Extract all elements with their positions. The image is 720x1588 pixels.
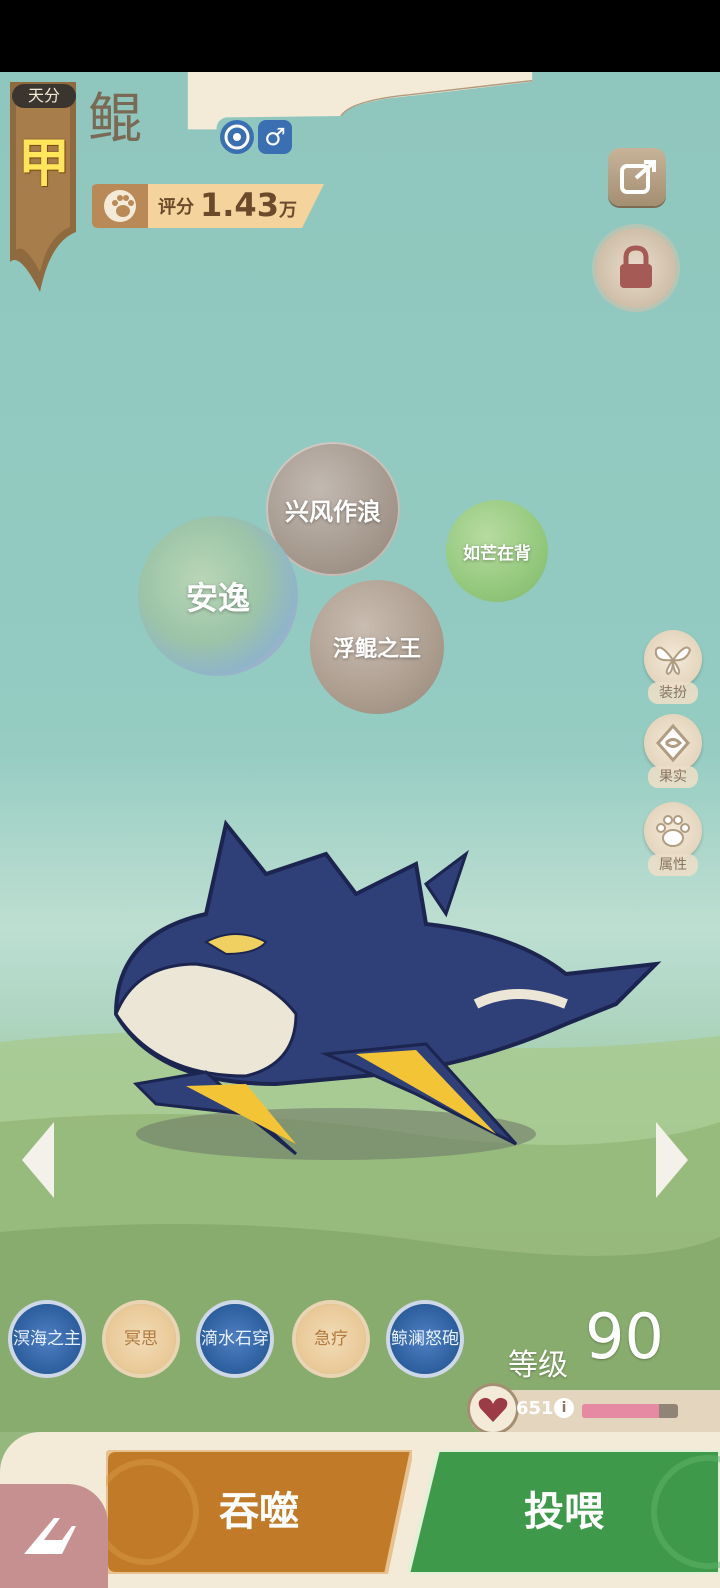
butterfly-icon	[644, 630, 702, 688]
skill-badge[interactable]: 滴水石穿	[200, 1304, 270, 1374]
rank-tag: 天分	[12, 84, 76, 108]
trait-bubble[interactable]: 浮鲲之王	[310, 580, 444, 714]
share-icon	[620, 160, 656, 194]
skill-badge[interactable]: 溟海之主	[12, 1304, 82, 1374]
pet-name: 鲲	[88, 87, 142, 150]
fruit-icon	[644, 714, 702, 772]
status-bar	[0, 0, 720, 72]
score-unit: 万	[278, 200, 297, 221]
affection-track	[582, 1404, 678, 1418]
tool-costume[interactable]: 装扮	[643, 630, 703, 704]
level-value: 90	[585, 1300, 664, 1373]
heart-icon	[470, 1386, 516, 1432]
skill-badge[interactable]: 急疗	[296, 1304, 366, 1374]
share-button[interactable]	[608, 148, 666, 206]
corner-menu-button[interactable]	[0, 1484, 108, 1588]
trait-bubble[interactable]: 安逸	[138, 516, 298, 676]
previous-arrow-icon[interactable]	[22, 1122, 56, 1198]
corner-logo-icon	[24, 1518, 76, 1554]
lock-icon	[620, 245, 652, 288]
score-label: 评分	[158, 197, 194, 218]
paw-score-icon	[108, 191, 138, 221]
score-value: 1.43万	[200, 186, 297, 224]
water-swirl-icon	[220, 120, 254, 154]
affection-value: 651	[516, 1398, 554, 1419]
next-arrow-icon[interactable]	[654, 1122, 688, 1198]
rank-grade: 甲	[17, 134, 70, 194]
tool-fruit[interactable]: 果实	[643, 714, 703, 788]
male-icon: ♂	[258, 120, 292, 154]
devour-button[interactable]: 吞噬	[106, 1450, 412, 1574]
trait-bubble[interactable]: 如芒在背	[446, 500, 548, 602]
lock-button[interactable]	[596, 228, 676, 308]
pet-scene: 天分 甲 鲲 ♂ 评分 1.43万 兴风作浪 安逸 如芒在背 浮鲲之王 装扮 果…	[0, 72, 720, 1588]
skill-badge[interactable]: 冥思	[106, 1304, 176, 1374]
level-label: 等级	[508, 1348, 568, 1383]
tool-label: 果实	[648, 766, 698, 788]
affection-fill	[582, 1404, 659, 1418]
score-number: 1.43	[200, 186, 279, 224]
tool-label: 装扮	[648, 682, 698, 704]
skill-badge[interactable]: 鲸澜怒砲	[390, 1304, 460, 1374]
info-icon[interactable]: i	[554, 1398, 574, 1418]
affection-bar[interactable]: 651 i	[468, 1382, 720, 1434]
whale-creature-image	[113, 819, 662, 1160]
feed-button[interactable]: 投喂	[408, 1450, 720, 1574]
